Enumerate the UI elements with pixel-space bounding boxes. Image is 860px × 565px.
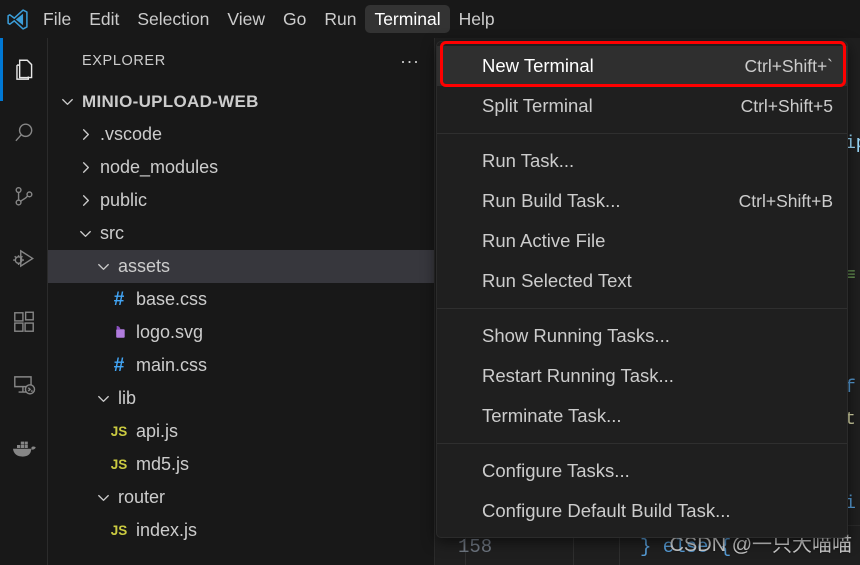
tree-item-lib[interactable]: lib (48, 382, 434, 415)
tree-item-api-js[interactable]: JS api.js (48, 415, 434, 448)
tree-item-label: assets (118, 256, 171, 276)
search-icon[interactable] (0, 101, 48, 164)
activity-bar (0, 38, 48, 565)
title-menu-bar: File Edit Selection View Go Run Terminal Help (0, 0, 860, 38)
vscode-window: File Edit Selection View Go Run Terminal Help (0, 0, 860, 565)
menu-option-show-running-tasks[interactable]: Show Running Tasks... (437, 316, 847, 356)
tree-item-base-css[interactable]: # base.css (48, 283, 434, 316)
menu-item-help[interactable]: Help (450, 5, 504, 33)
js-file-icon: JS (110, 457, 128, 472)
menu-option-label: Configure Tasks... (482, 460, 630, 481)
tree-item-label: base.css (136, 289, 208, 309)
chevron-down-icon[interactable] (56, 93, 78, 110)
page-title: EXPLORER (82, 52, 166, 69)
menu-option-label: Restart Running Task... (482, 365, 674, 386)
more-actions-icon[interactable]: ... (400, 48, 420, 70)
chevron-down-icon[interactable] (74, 225, 96, 242)
tree-item-label: MINIO-UPLOAD-WEB (82, 91, 259, 111)
chevron-down-icon[interactable] (92, 390, 114, 407)
menu-option-new-terminal[interactable]: New Terminal Ctrl+Shift+` (437, 46, 847, 86)
css-file-icon: # (113, 288, 125, 310)
tree-item-label: .vscode (100, 124, 163, 144)
tree-item-node-modules[interactable]: node_modules (48, 151, 434, 184)
menu-option-label: Run Build Task... (482, 190, 621, 211)
menu-option-label: Show Running Tasks... (482, 325, 670, 346)
extensions-icon[interactable] (0, 290, 48, 353)
tree-item-label: index.js (136, 520, 198, 540)
docker-icon[interactable] (0, 416, 48, 479)
menu-option-shortcut: Ctrl+Shift+` (744, 55, 834, 76)
menu-option-label: Split Terminal (482, 95, 593, 116)
menu-option-label: Run Task... (482, 150, 575, 171)
remote-explorer-icon[interactable] (0, 353, 48, 416)
menu-option-run-selected-text[interactable]: Run Selected Text (437, 261, 847, 301)
menu-item-selection[interactable]: Selection (128, 5, 218, 33)
menu-option-label: Terminate Task... (482, 405, 622, 426)
menu-separator (437, 443, 847, 444)
terminal-dropdown-menu: New Terminal Ctrl+Shift+` Split Terminal Ct… (436, 41, 848, 538)
menu-item-go[interactable]: Go (274, 5, 315, 33)
menu-option-run-task[interactable]: Run Task... (437, 141, 847, 181)
menu-option-configure-tasks[interactable]: Configure Tasks... (437, 451, 847, 491)
menu-option-label: New Terminal (482, 55, 594, 76)
menu-separator (437, 133, 847, 134)
menu-option-shortcut: Ctrl+Shift+5 (740, 95, 833, 116)
menu-option-terminate-task[interactable]: Terminate Task... (437, 396, 847, 436)
tree-item-index-js[interactable]: JS index.js (48, 514, 434, 547)
menu-item-run[interactable]: Run (315, 5, 365, 33)
menu-item-terminal[interactable]: Terminal (365, 5, 450, 33)
tree-item-label: src (100, 223, 124, 243)
menu-option-configure-default-build-task[interactable]: Configure Default Build Task... (437, 491, 847, 531)
menu-bar-items: File Edit Selection View Go Run Terminal Help (34, 0, 504, 38)
tree-item-label: logo.svg (136, 322, 204, 342)
run-and-debug-icon[interactable] (0, 227, 48, 290)
js-file-icon: JS (110, 523, 128, 538)
menu-option-shortcut: Ctrl+Shift+B (738, 190, 833, 211)
tree-item-md5-js[interactable]: JS md5.js (48, 448, 434, 481)
js-file-icon: JS (110, 424, 128, 439)
chevron-down-icon[interactable] (92, 258, 114, 275)
menu-option-run-active-file[interactable]: Run Active File (437, 221, 847, 261)
tree-item-label: api.js (136, 421, 179, 441)
tree-item-assets[interactable]: assets (48, 250, 434, 283)
menu-option-label: Run Selected Text (482, 270, 632, 291)
tree-item-label: lib (118, 388, 137, 408)
chevron-right-icon[interactable] (74, 192, 96, 209)
menu-item-edit[interactable]: Edit (80, 5, 128, 33)
sidebar-explorer: EXPLORER ... MINIO-UPLOAD-WEB .vscode node… (48, 38, 435, 565)
tree-item--vscode[interactable]: .vscode (48, 118, 434, 151)
tree-item-public[interactable]: public (48, 184, 434, 217)
tree-item-label: node_modules (100, 157, 219, 177)
menu-option-restart-running-task[interactable]: Restart Running Task... (437, 356, 847, 396)
menu-option-run-build-task[interactable]: Run Build Task... Ctrl+Shift+B (437, 181, 847, 221)
tree-item-label: main.css (136, 355, 208, 375)
chevron-right-icon[interactable] (74, 159, 96, 176)
css-file-icon: # (113, 354, 125, 376)
chevron-down-icon[interactable] (92, 489, 114, 506)
tree-item-src[interactable]: src (48, 217, 434, 250)
tree-item-label: md5.js (136, 454, 190, 474)
tree-item-main-css[interactable]: # main.css (48, 349, 434, 382)
menu-option-label: Run Active File (482, 230, 606, 251)
explorer-header: EXPLORER ... (48, 38, 434, 83)
menu-option-label: Configure Default Build Task... (482, 500, 731, 521)
menu-item-file[interactable]: File (34, 5, 80, 33)
tree-item-label: public (100, 190, 148, 210)
explorer-icon[interactable] (0, 38, 48, 101)
tree-item-router[interactable]: router (48, 481, 434, 514)
line-number: 158 (458, 536, 493, 558)
chevron-right-icon[interactable] (74, 126, 96, 143)
source-control-icon[interactable] (0, 164, 48, 227)
menu-option-split-terminal[interactable]: Split Terminal Ctrl+Shift+5 (437, 86, 847, 126)
vscode-logo-icon (0, 0, 34, 38)
tree-item-logo-svg[interactable]: logo.svg (48, 316, 434, 349)
menu-separator (437, 308, 847, 309)
tree-item-label: router (118, 487, 166, 507)
svg-file-icon (106, 324, 132, 341)
menu-item-view[interactable]: View (218, 5, 274, 33)
file-tree: MINIO-UPLOAD-WEB .vscode node_modulespubli… (48, 83, 434, 547)
tree-item-minio-upload-web[interactable]: MINIO-UPLOAD-WEB (48, 85, 434, 118)
